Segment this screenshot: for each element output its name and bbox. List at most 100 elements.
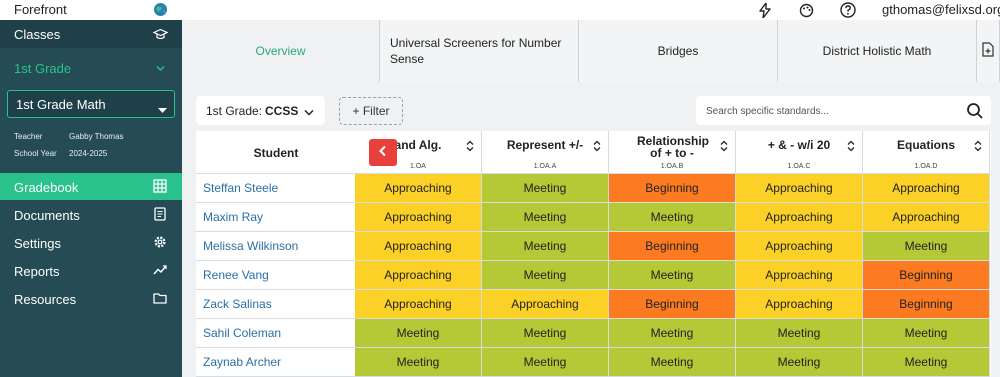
- tab-district-holistic-math[interactable]: District Holistic Math: [778, 20, 977, 82]
- mastery-cell[interactable]: Beginning: [609, 290, 736, 319]
- app-brand: Forefront: [14, 2, 67, 17]
- teacher-value: Gabby Thomas: [69, 132, 124, 141]
- mastery-cell[interactable]: Meeting: [609, 261, 736, 290]
- search-icon[interactable]: [966, 102, 984, 125]
- document-icon: [153, 207, 168, 222]
- sort-icon[interactable]: [466, 139, 474, 152]
- globe-logo-icon[interactable]: [153, 2, 168, 17]
- column-label: Represent +/-: [506, 138, 584, 152]
- collapse-columns-button[interactable]: [369, 139, 397, 166]
- student-header-label: Student: [253, 146, 299, 160]
- mastery-cell[interactable]: Approaching: [863, 174, 990, 203]
- sort-icon[interactable]: [593, 139, 601, 152]
- mastery-cell[interactable]: Meeting: [482, 261, 609, 290]
- mastery-cell[interactable]: Approaching: [736, 232, 863, 261]
- tab-bridges[interactable]: Bridges: [579, 20, 778, 82]
- student-column-header[interactable]: Student: [196, 131, 356, 174]
- mastery-cell[interactable]: Meeting: [863, 319, 990, 348]
- standard-set-dropdown[interactable]: 1st Grade: CCSS: [196, 96, 325, 125]
- nav-documents[interactable]: Documents: [0, 201, 182, 228]
- standards-search: [696, 96, 991, 125]
- standard-column-header[interactable]: Relationship of + to - 1.OA.B: [609, 131, 736, 174]
- student-name-link[interactable]: Zaynab Archer: [203, 355, 281, 369]
- tab-overview[interactable]: Overview: [182, 20, 380, 82]
- mastery-cell[interactable]: Approaching: [736, 261, 863, 290]
- mastery-cell[interactable]: Approaching: [736, 203, 863, 232]
- standard-column-header[interactable]: + & - w/i 20 1.OA.C: [736, 131, 863, 174]
- student-name-link[interactable]: Steffan Steele: [203, 181, 278, 195]
- mastery-cell[interactable]: Approaching: [355, 290, 482, 319]
- row-divider: [196, 231, 356, 232]
- sort-icon[interactable]: [847, 139, 855, 152]
- row-divider: [196, 289, 356, 290]
- add-document-button[interactable]: [977, 20, 1000, 82]
- mastery-cell[interactable]: Approaching: [736, 290, 863, 319]
- column-label: + & - w/i 20: [767, 138, 831, 152]
- standard-set-prefix: 1st Grade:: [206, 104, 263, 118]
- mastery-cell[interactable]: Approaching: [482, 290, 609, 319]
- mastery-cell[interactable]: Approaching: [355, 232, 482, 261]
- nav-gradebook[interactable]: Gradebook: [0, 173, 182, 200]
- mastery-cell[interactable]: Approaching: [736, 174, 863, 203]
- standard-column-header[interactable]: Equations 1.OA.D: [863, 131, 990, 174]
- school-year-label: School Year: [14, 149, 57, 158]
- mastery-cell[interactable]: Meeting: [609, 203, 736, 232]
- chevron-left-icon: [378, 144, 388, 162]
- student-name-link[interactable]: Sahil Coleman: [203, 326, 281, 340]
- mastery-cell[interactable]: Meeting: [355, 319, 482, 348]
- nav-settings-label: Settings: [14, 236, 61, 251]
- sort-icon[interactable]: [974, 139, 982, 152]
- tab-district-holistic-math-label: District Holistic Math: [822, 44, 932, 58]
- mastery-cell[interactable]: Meeting: [355, 348, 482, 377]
- help-icon[interactable]: [839, 1, 857, 19]
- tab-universal-screeners[interactable]: Universal Screeners for Number Sense: [380, 20, 579, 82]
- mastery-cell[interactable]: Meeting: [482, 319, 609, 348]
- mastery-cell[interactable]: Meeting: [736, 348, 863, 377]
- student-name-link[interactable]: Melissa Wilkinson: [203, 239, 298, 253]
- standard-column-header[interactable]: Represent +/- 1.OA.A: [482, 131, 609, 174]
- nav-settings[interactable]: Settings: [0, 229, 182, 256]
- mastery-cell[interactable]: Approaching: [355, 174, 482, 203]
- school-year-value: 2024-2025: [69, 149, 108, 158]
- user-email[interactable]: gthomas@felixsd.org: [882, 2, 1000, 17]
- chevron-down-icon: [153, 61, 168, 76]
- sort-icon[interactable]: [720, 139, 728, 152]
- mastery-cell[interactable]: Meeting: [482, 232, 609, 261]
- chevron-down-icon: [304, 106, 314, 120]
- mastery-cell[interactable]: Approaching: [863, 203, 990, 232]
- graduation-cap-icon: [152, 27, 169, 42]
- mastery-cell[interactable]: Beginning: [609, 232, 736, 261]
- sidebar: Classes 1st Grade 1st Grade Math Teacher…: [0, 20, 182, 377]
- mastery-cell[interactable]: Meeting: [482, 203, 609, 232]
- standard-set-value: CCSS: [265, 104, 299, 118]
- mastery-cell[interactable]: Meeting: [609, 348, 736, 377]
- grade-selector[interactable]: 1st Grade: [0, 56, 182, 80]
- nav-resources[interactable]: Resources: [0, 285, 182, 312]
- top-bar: Forefront gthomas@felixsd.org: [0, 0, 1000, 20]
- mastery-cell[interactable]: Meeting: [863, 348, 990, 377]
- mastery-cell[interactable]: Approaching: [355, 203, 482, 232]
- palette-icon[interactable]: [797, 1, 815, 19]
- mastery-cell[interactable]: Meeting: [863, 232, 990, 261]
- caret-down-icon: [158, 101, 167, 119]
- mastery-cell[interactable]: Beginning: [609, 174, 736, 203]
- student-name-link[interactable]: Zack Salinas: [203, 297, 272, 311]
- mastery-cell[interactable]: Meeting: [482, 174, 609, 203]
- row-divider: [196, 318, 356, 319]
- standards-search-input[interactable]: [706, 103, 956, 119]
- class-select[interactable]: 1st Grade Math: [7, 90, 175, 118]
- mastery-cell[interactable]: Beginning: [863, 261, 990, 290]
- lightning-icon[interactable]: [756, 1, 774, 19]
- student-name-link[interactable]: Renee Vang: [203, 268, 269, 282]
- row-divider: [196, 202, 356, 203]
- mastery-cell[interactable]: Beginning: [863, 290, 990, 319]
- mastery-cell[interactable]: Meeting: [609, 319, 736, 348]
- student-name-link[interactable]: Maxim Ray: [203, 210, 263, 224]
- mastery-cell[interactable]: Approaching: [355, 261, 482, 290]
- classes-header[interactable]: Classes: [0, 20, 182, 48]
- add-filter-button[interactable]: + Filter: [339, 97, 403, 125]
- nav-reports[interactable]: Reports: [0, 257, 182, 284]
- mastery-cell[interactable]: Meeting: [482, 348, 609, 377]
- mastery-cell[interactable]: Meeting: [736, 319, 863, 348]
- trend-icon: [153, 263, 168, 278]
